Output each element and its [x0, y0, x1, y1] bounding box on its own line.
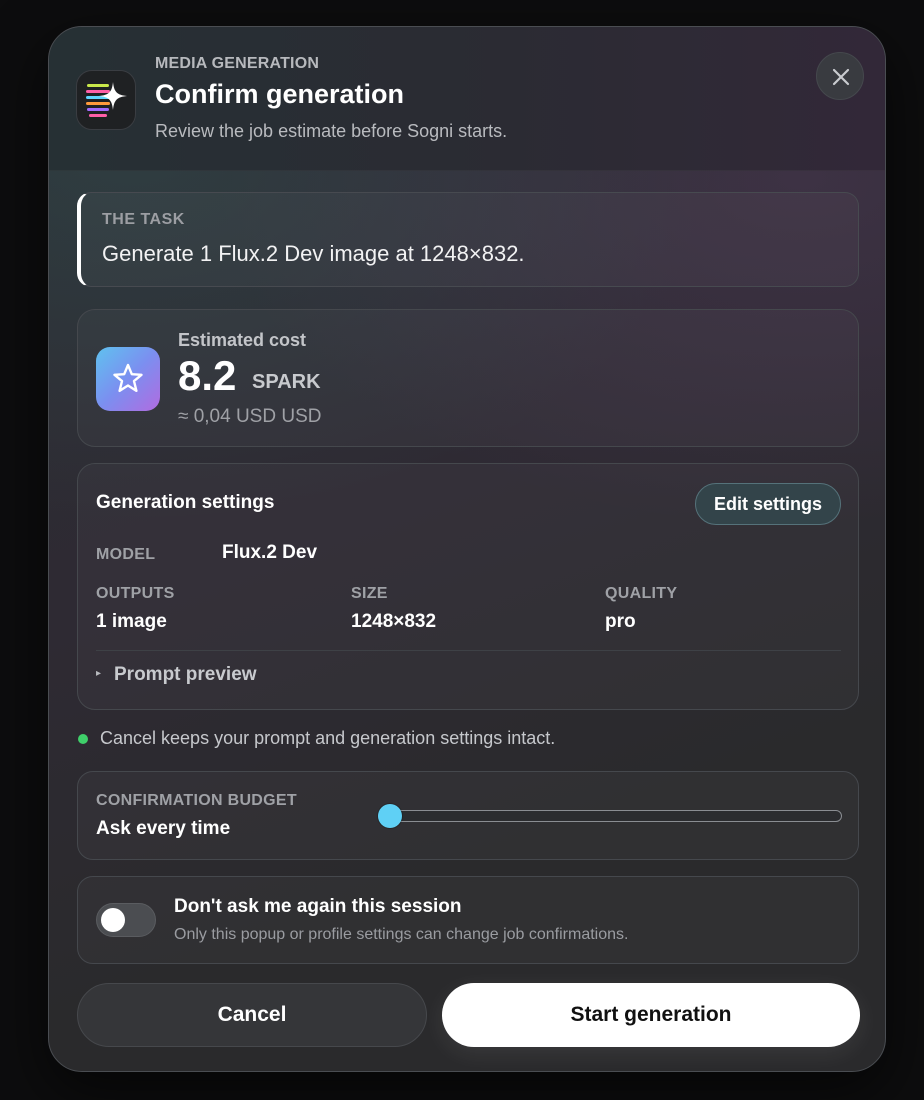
- toggle-knob: [101, 908, 125, 932]
- task-card: THE TASK Generate 1 Flux.2 Dev image at …: [77, 192, 859, 287]
- budget-slider-thumb[interactable]: [378, 804, 402, 828]
- size-value: 1248×832: [351, 611, 437, 632]
- dialog-eyebrow: MEDIA GENERATION: [155, 55, 320, 72]
- budget-value: Ask every time: [96, 818, 231, 839]
- cost-fiat-estimate: ≈ 0,04 USD USD: [178, 406, 322, 427]
- generation-settings-card: Generation settings Edit settings MODEL …: [77, 463, 859, 710]
- prompt-preview-label: Prompt preview: [114, 664, 257, 685]
- close-icon: [832, 68, 850, 86]
- model-value: Flux.2 Dev: [222, 542, 318, 563]
- sogni-logo-icon: [76, 70, 136, 130]
- dont-ask-again-toggle[interactable]: [96, 903, 156, 937]
- budget-slider-track[interactable]: [378, 810, 842, 822]
- model-key: MODEL: [96, 546, 156, 563]
- cancel-button[interactable]: Cancel: [77, 983, 427, 1047]
- close-button[interactable]: [816, 52, 864, 100]
- cost-value: 8.2: [178, 352, 237, 399]
- estimated-cost-card: Estimated cost 8.2 SPARK ≈ 0,04 USD USD: [77, 309, 859, 447]
- settings-divider: [96, 650, 841, 651]
- budget-label: CONFIRMATION BUDGET: [96, 792, 297, 809]
- dont-ask-again-title: Don't ask me again this session: [174, 896, 462, 917]
- spark-badge: [96, 347, 160, 411]
- start-generation-button[interactable]: Start generation: [442, 983, 860, 1047]
- task-label: THE TASK: [102, 211, 185, 228]
- task-description: Generate 1 Flux.2 Dev image at 1248×832.: [102, 241, 525, 266]
- quality-value: pro: [605, 611, 636, 632]
- dialog-title: Confirm generation: [155, 79, 405, 109]
- dont-ask-again-card: Don't ask me again this session Only thi…: [77, 876, 859, 964]
- cost-unit: SPARK: [252, 371, 321, 393]
- outputs-key: OUTPUTS: [96, 585, 175, 602]
- cost-label: Estimated cost: [178, 330, 307, 350]
- confirmation-budget-card: CONFIRMATION BUDGET Ask every time: [77, 771, 859, 860]
- size-key: SIZE: [351, 585, 388, 602]
- disclosure-caret-icon: ▸: [96, 668, 102, 679]
- dont-ask-again-subtitle: Only this popup or profile settings can …: [174, 926, 629, 943]
- quality-key: QUALITY: [605, 585, 678, 602]
- dialog-subtitle: Review the job estimate before Sogni sta…: [155, 121, 508, 141]
- star-icon: [113, 363, 143, 392]
- confirm-generation-dialog: MEDIA GENERATION Confirm generation Revi…: [48, 26, 886, 1072]
- dialog-header: MEDIA GENERATION Confirm generation Revi…: [49, 27, 885, 171]
- cancel-notice: Cancel keeps your prompt and generation …: [77, 727, 777, 753]
- outputs-value: 1 image: [96, 611, 167, 632]
- status-dot-icon: [78, 734, 88, 744]
- settings-title: Generation settings: [96, 492, 275, 513]
- edit-settings-button[interactable]: Edit settings: [695, 483, 841, 525]
- cancel-notice-text: Cancel keeps your prompt and generation …: [100, 728, 556, 748]
